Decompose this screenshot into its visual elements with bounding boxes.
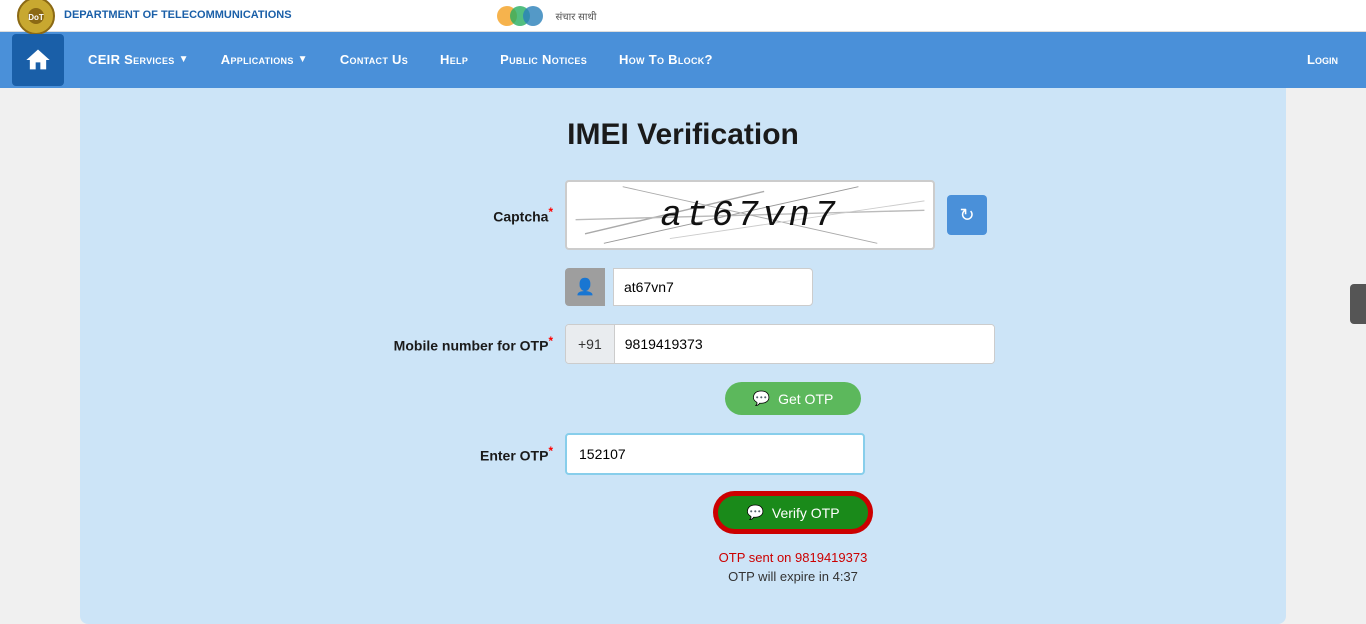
verify-otp-button[interactable]: 💬 Verify OTP [715,493,870,532]
otp-label: Enter OTP* [333,445,553,464]
get-otp-button[interactable]: 💬 Get OTP [725,382,862,415]
captcha-image-box: at67vn7 [565,180,935,250]
form-container: Captcha* at67vn7 ↻ 👤 [100,180,1266,584]
get-otp-row: 💬 Get OTP [333,382,1033,415]
otp-input[interactable] [565,433,865,475]
nav-public-notices[interactable]: Public Notices [484,32,603,88]
nav-help[interactable]: Help [424,32,484,88]
nav-applications[interactable]: Applications ▼ [205,32,324,88]
mobile-label: Mobile number for OTP* [333,335,553,354]
mobile-number-row: Mobile number for OTP* +91 [333,324,1033,364]
sanchar-saathi-icon [492,2,552,30]
captcha-image-row: Captcha* at67vn7 ↻ [333,180,1033,250]
mobile-input-group: +91 [565,324,995,364]
dot-emblem: DoT [16,0,56,36]
captcha-user-icon-box: 👤 [565,268,605,306]
otp-status-row: OTP sent on 9819419373 OTP will expire i… [333,550,1033,584]
chat-icon: 💬 [753,390,770,407]
refresh-icon: ↻ [959,205,974,226]
captcha-display-text: at67vn7 [660,195,839,236]
verify-chat-icon: 💬 [746,504,763,521]
sanchar-saathi-logo: संचार साथी [492,2,597,30]
svg-text:DoT: DoT [28,13,44,22]
mobile-input[interactable] [615,325,994,363]
main-content: IMEI Verification Captcha* at67vn7 ↻ [80,88,1286,624]
page-title: IMEI Verification [100,118,1266,152]
sanchar-saathi-text: संचार साथी [556,9,597,23]
otp-expire-text: OTP will expire in 4:37 [728,569,858,584]
header-logos: DoT DEPARTMENT OF TELECOMMUNICATIONS [16,0,292,36]
login-button[interactable]: Login [1291,32,1354,88]
otp-sent-text: OTP sent on 9819419373 [719,550,868,565]
applications-arrow: ▼ [298,32,308,88]
ceir-services-arrow: ▼ [179,32,189,88]
mobile-prefix: +91 [566,325,615,363]
header-title: DEPARTMENT OF TELECOMMUNICATIONS [64,8,292,22]
captcha-input-row: 👤 [333,268,1033,306]
captcha-refresh-button[interactable]: ↻ [947,195,987,235]
nav-how-to-block[interactable]: How to Block? [603,32,729,88]
nav-contact-us[interactable]: Contact Us [324,32,424,88]
captcha-input[interactable] [613,268,813,306]
navbar: CEIR Services ▼ Applications ▼ Contact U… [0,32,1366,88]
nav-ceir-services[interactable]: CEIR Services ▼ [72,32,205,88]
home-button[interactable] [12,34,64,86]
top-bar: DoT DEPARTMENT OF TELECOMMUNICATIONS संच… [0,0,1366,32]
verify-otp-row: 💬 Verify OTP [333,493,1033,532]
right-edge-tab[interactable] [1350,284,1366,324]
captcha-label: Captcha* [333,206,553,225]
home-icon [24,46,52,74]
enter-otp-row: Enter OTP* [333,433,1033,475]
user-icon: 👤 [575,277,595,297]
